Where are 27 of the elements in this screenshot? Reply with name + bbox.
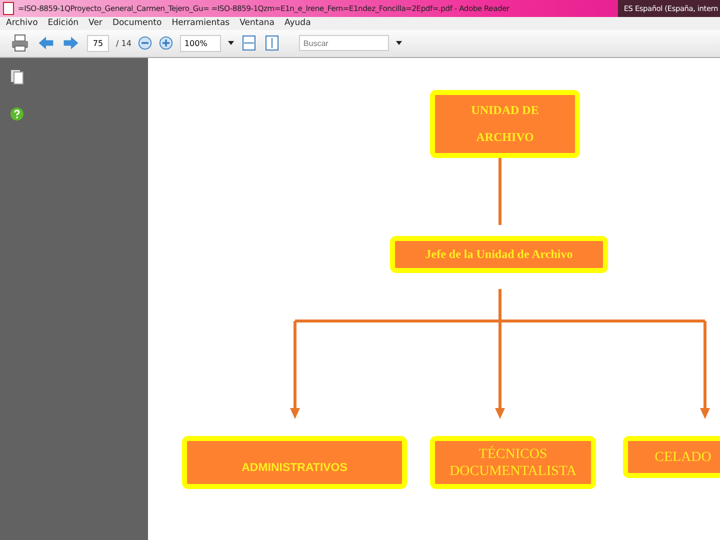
caret-icon[interactable] (396, 41, 402, 46)
page-number-field[interactable]: 75 (87, 34, 109, 52)
menu-item[interactable]: Edición (48, 18, 79, 28)
help-icon[interactable] (10, 107, 24, 121)
fit-width-icon[interactable] (241, 35, 258, 52)
connector-line (498, 158, 502, 225)
document-icon (3, 2, 14, 15)
page-total: / 14 (116, 38, 132, 48)
menu-item[interactable]: Ayuda (284, 18, 311, 28)
menu-item[interactable]: Ver (88, 18, 102, 28)
fit-page-icon[interactable] (264, 35, 280, 52)
chart-node: Jefe de la Unidad de Archivo (390, 236, 608, 273)
printer-icon[interactable] (10, 33, 30, 54)
pages-icon[interactable] (10, 69, 24, 85)
menu-item[interactable]: Documento (112, 18, 162, 28)
caret-icon[interactable] (228, 41, 234, 46)
zoom-in-icon[interactable] (159, 36, 174, 50)
search-field[interactable]: Buscar (299, 35, 390, 52)
zoom-out-icon[interactable] (138, 36, 152, 50)
menu-item[interactable]: Herramientas (172, 18, 230, 28)
zoom-field[interactable]: 100% (180, 34, 222, 52)
chart-node: CELADO (623, 436, 720, 478)
chart-node: ADMINISTRATIVOS (182, 436, 407, 489)
menu-item[interactable]: Ventana (240, 18, 275, 28)
chart-node: UNIDAD DE ARCHIVO (430, 90, 580, 158)
chart-node: TÉCNICOS DOCUMENTALISTA (430, 436, 596, 489)
menu-item[interactable]: Archivo (6, 18, 38, 28)
